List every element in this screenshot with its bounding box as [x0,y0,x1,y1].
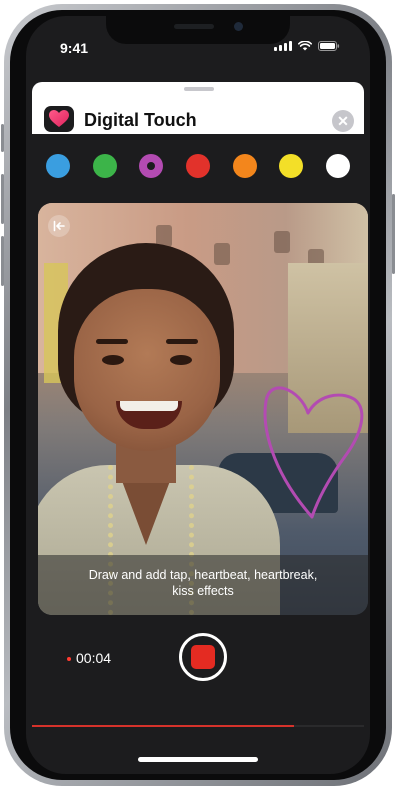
eye-left [102,355,124,365]
digital-touch-header: Digital Touch ✕ [32,82,364,134]
person-face [74,289,220,451]
eye-right [170,355,192,365]
recording-progress-fill [32,725,295,727]
color-swatch-blue[interactable] [46,154,70,178]
front-camera [234,22,243,31]
volume-down-button [1,236,4,286]
color-swatch-purple[interactable] [139,154,164,178]
camera-preview[interactable]: Draw and add tap, heartbeat, heartbreak,… [38,203,368,615]
close-icon: ✕ [337,113,349,129]
color-swatch-red[interactable] [185,154,210,178]
power-button [392,194,395,274]
earpiece [174,24,214,29]
hint-text: Draw and add tap, heartbeat, heartbreak,… [48,567,358,599]
battery-icon [318,41,340,51]
stop-icon [191,645,215,669]
eyebrow-right [166,339,198,344]
hint-caption: Draw and add tap, heartbeat, heartbreak,… [38,555,368,615]
digital-touch-app-icon [44,106,74,132]
recording-timer: 00:04 [76,650,112,666]
exit-camera-button[interactable] [48,215,70,237]
close-button[interactable]: ✕ [332,110,354,132]
record-button[interactable] [179,633,227,681]
screen: 9:41 Digital Touch ✕ Draw and add tap, h… [26,16,370,774]
eyebrow-left [96,339,128,344]
smile [116,401,182,429]
status-icons [274,41,340,51]
sheet-grabber[interactable] [184,87,214,91]
hint-text-line-2: kiss effects [172,584,234,598]
color-swatch-orange[interactable] [232,154,257,178]
heart-icon [49,110,69,127]
color-swatch-green[interactable] [92,154,117,178]
background-window [274,231,290,253]
mute-switch [1,124,4,152]
recording-progress [32,725,364,727]
recording-indicator [67,657,71,661]
exit-arrow-icon [53,220,65,232]
signal-icon [274,41,292,51]
status-time: 9:41 [60,40,89,56]
color-palette [46,154,350,178]
wifi-icon [298,41,312,51]
color-swatch-white[interactable] [325,154,350,178]
page-title: Digital Touch [84,110,197,130]
notch [106,16,290,44]
status-bar: 9:41 [26,16,370,72]
heart-sketch [263,386,364,519]
background-window [214,243,230,265]
home-indicator[interactable] [138,757,258,762]
volume-up-button [1,174,4,224]
color-swatch-yellow[interactable] [279,154,304,178]
hint-text-line-1: Draw and add tap, heartbeat, heartbreak, [88,568,318,582]
